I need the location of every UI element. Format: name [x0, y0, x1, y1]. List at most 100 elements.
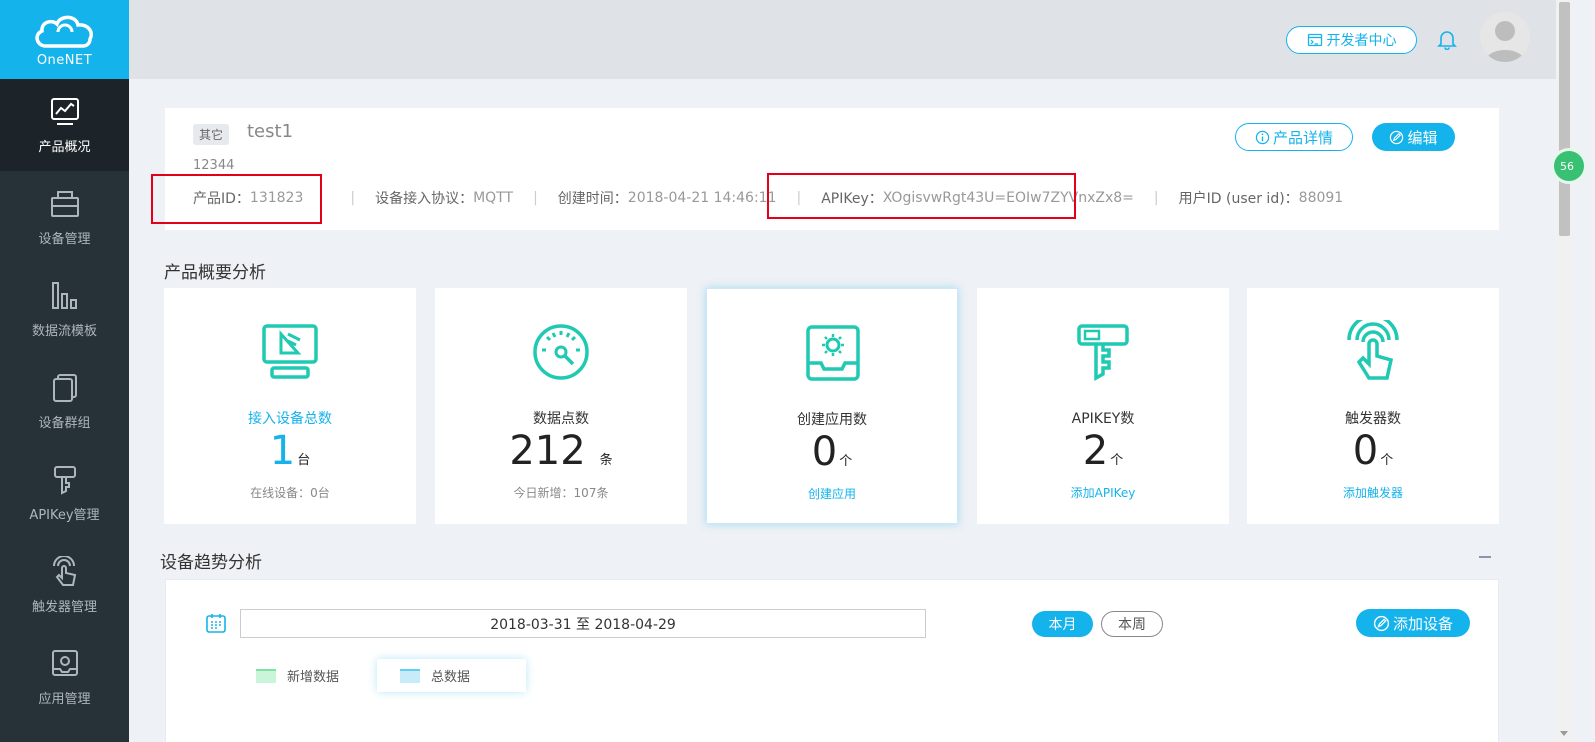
- avatar[interactable]: [1480, 12, 1530, 62]
- app-gear-icon: [51, 649, 78, 676]
- touch-hand-icon: [52, 555, 76, 586]
- card-number: 0: [811, 429, 838, 475]
- protocol-label: 设备接入协议：: [375, 191, 474, 207]
- product-tag: 其它: [193, 124, 230, 145]
- card-subtext: 今日新增：107条: [513, 486, 609, 500]
- logo-text: OneNET: [36, 52, 93, 68]
- stat-cards: 接入设备总数 1台 在线设备：0台 数据点数 212 条 今日新增：107条 创建…: [164, 288, 1499, 524]
- add-apikey-link[interactable]: 添加APIKey: [977, 484, 1229, 501]
- date-range-input[interactable]: 2018-03-31 至 2018-04-29: [240, 609, 926, 638]
- sidebar-item-trigger-management[interactable]: 触发器管理: [0, 539, 129, 631]
- card-label: 触发器数: [1345, 411, 1401, 427]
- card-unit: 条: [599, 453, 613, 468]
- product-id-highlight-box: [151, 174, 322, 224]
- device-group-icon: [52, 373, 77, 402]
- card-value: 1台: [164, 428, 416, 474]
- product-name: test1: [247, 121, 294, 142]
- card-value: 0个: [1247, 428, 1499, 474]
- card-subtext: 在线设备：0台: [250, 486, 330, 500]
- info-icon: [1255, 130, 1270, 144]
- topbar: 开发者中心: [129, 0, 1556, 79]
- sidebar-item-product-overview[interactable]: 产品概况: [0, 79, 129, 171]
- sidebar-item-label: 设备群组: [38, 415, 91, 431]
- legend-swatch: [400, 668, 420, 683]
- user-id-value: 88091: [1298, 190, 1344, 206]
- legend-label: 总数据: [431, 670, 471, 685]
- trigger-hand-icon: [1347, 320, 1399, 380]
- card-number: 2: [1082, 428, 1109, 474]
- sidebar-item-device-management[interactable]: 设备管理: [0, 171, 129, 263]
- card-number: 212: [509, 428, 586, 474]
- edit-button[interactable]: 编辑: [1372, 123, 1455, 151]
- sidebar-item-label: 应用管理: [38, 691, 91, 707]
- trend-section-title: 设备趋势分析: [160, 553, 262, 573]
- trend-panel: 2018-03-31 至 2018-04-29 本月 本周 添加设备 新增数据 …: [165, 579, 1499, 742]
- legend-label: 新增数据: [287, 670, 340, 685]
- bell-icon[interactable]: [1436, 28, 1458, 50]
- card-value: 2个: [977, 428, 1229, 474]
- developer-center-button[interactable]: 开发者中心: [1286, 26, 1417, 54]
- legend-new-data[interactable]: 新增数据: [256, 659, 339, 692]
- add-device-button[interactable]: 添加设备: [1356, 609, 1470, 637]
- cloud-logo-icon: [34, 15, 93, 48]
- scroll-down-arrow-icon[interactable]: [1560, 731, 1568, 736]
- sidebar-item-apikey-management[interactable]: APIKey管理: [0, 447, 129, 539]
- app-create-icon: [806, 325, 860, 381]
- avatar-icon: [1485, 21, 1525, 62]
- sidebar-item-datastream-template[interactable]: 数据流模板: [0, 263, 129, 355]
- card-label: APIKEY数: [1071, 411, 1135, 427]
- created-time-value: 2018-04-21 14:46:11: [627, 190, 777, 206]
- sidebar: OneNET 产品概况 设备管理 数据流模板 设备群组 APIKey管理 触发器…: [0, 0, 129, 742]
- chart-monitor-icon: [50, 97, 79, 125]
- card-datapoints[interactable]: 数据点数 212 条 今日新增：107条: [435, 288, 687, 524]
- bar-chart-icon: [51, 281, 77, 309]
- edit-label: 编辑: [1407, 128, 1438, 147]
- sidebar-item-label: 设备管理: [38, 231, 91, 247]
- separator: |: [533, 190, 538, 206]
- key-icon: [53, 465, 76, 495]
- created-time-label: 创建时间：: [557, 191, 628, 207]
- protocol-value: MQTT: [473, 190, 514, 206]
- add-device-label: 添加设备: [1392, 614, 1453, 633]
- card-label: 接入设备总数: [248, 411, 332, 427]
- card-apikeys[interactable]: APIKEY数 2个 添加APIKey: [977, 288, 1229, 524]
- product-detail-label: 产品详情: [1272, 128, 1333, 147]
- legend-swatch: [256, 668, 276, 683]
- separator: |: [1153, 190, 1159, 206]
- this-month-button[interactable]: 本月: [1032, 611, 1093, 637]
- calendar-icon[interactable]: [205, 612, 227, 634]
- apikey-icon: [1077, 324, 1129, 382]
- product-detail-button[interactable]: 产品详情: [1235, 123, 1353, 151]
- sidebar-item-label: APIKey管理: [29, 507, 100, 523]
- terminal-icon: [1307, 33, 1322, 47]
- card-apps[interactable]: 创建应用数 0个 创建应用: [706, 288, 958, 524]
- legend-total-data[interactable]: 总数据: [377, 659, 526, 692]
- scrollbar[interactable]: [1556, 0, 1573, 742]
- card-unit: 个: [1110, 453, 1124, 468]
- sidebar-item-app-management[interactable]: 应用管理: [0, 631, 129, 723]
- logo[interactable]: OneNET: [0, 0, 129, 79]
- card-number: 1: [269, 428, 296, 474]
- create-app-link[interactable]: 创建应用: [707, 485, 957, 502]
- sidebar-item-device-group[interactable]: 设备群组: [0, 355, 129, 447]
- collapse-minus-icon[interactable]: [1479, 556, 1491, 558]
- sidebar-item-label: 产品概况: [38, 139, 91, 155]
- card-number: 0: [1352, 428, 1379, 474]
- card-triggers[interactable]: 触发器数 0个 添加触发器: [1247, 288, 1499, 524]
- edit-icon: [1390, 130, 1404, 144]
- right-edge: [1573, 0, 1595, 742]
- sidebar-item-label: 触发器管理: [31, 599, 97, 615]
- device-box-icon: [50, 190, 79, 217]
- sidebar-item-label: 数据流模板: [31, 323, 97, 339]
- card-label: 创建应用数: [797, 412, 867, 428]
- card-device-total[interactable]: 接入设备总数 1台 在线设备：0台: [164, 288, 416, 524]
- separator: |: [350, 190, 356, 206]
- gauge-icon: [533, 324, 589, 380]
- this-week-button[interactable]: 本周: [1101, 611, 1163, 637]
- card-unit: 台: [297, 453, 311, 468]
- add-trigger-link[interactable]: 添加触发器: [1247, 484, 1499, 501]
- scroll-thumb[interactable]: [1559, 2, 1570, 236]
- floating-badge[interactable]: 56: [1551, 148, 1587, 184]
- edit-icon: [1373, 615, 1390, 631]
- card-value: 0个: [707, 429, 957, 475]
